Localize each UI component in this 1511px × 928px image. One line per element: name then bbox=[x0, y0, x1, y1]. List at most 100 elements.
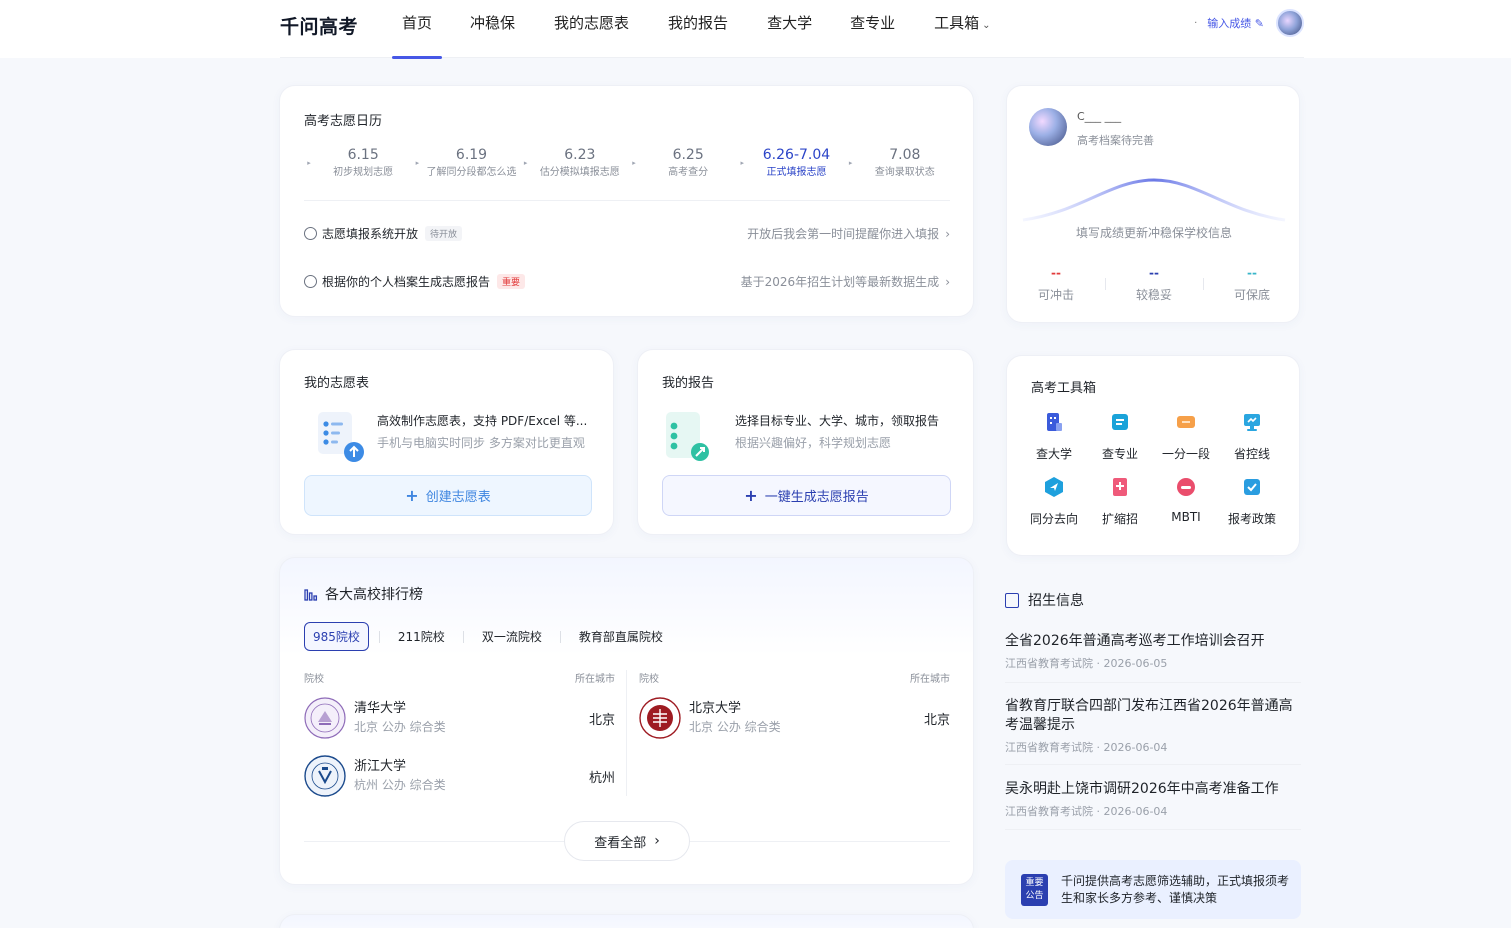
admission-news-title-text: 招生信息 bbox=[1028, 593, 1084, 609]
nav-search-major[interactable]: 查专业 bbox=[840, 0, 905, 58]
timeline-arrow-icon: ▸ bbox=[632, 159, 636, 167]
ranking-column-left: 院校 所在城市 清华大学 北京 公办 综合类 北京 浙江大学 杭州 公办 综合类 … bbox=[304, 670, 615, 805]
tab-double-first-class[interactable]: 双一流院校 bbox=[474, 623, 550, 650]
university-row[interactable]: 清华大学 北京 公办 综合类 北京 bbox=[304, 689, 615, 747]
chevron-right-icon: › bbox=[654, 833, 660, 849]
create-volunteer-list-button[interactable]: + 创建志愿表 bbox=[304, 475, 592, 516]
tool-control-line[interactable]: 省控线 bbox=[1219, 411, 1285, 462]
checkbox-icon bbox=[1244, 479, 1260, 495]
tab-211[interactable]: 211院校 bbox=[390, 623, 453, 650]
calendar-title: 高考志愿日历 bbox=[304, 114, 383, 129]
radio-icon[interactable] bbox=[304, 274, 317, 288]
tool-same-score-destination[interactable]: 同分去向 bbox=[1021, 476, 1087, 527]
nav-toolbox[interactable]: 工具箱 ⌄ bbox=[924, 0, 1000, 58]
calendar-item[interactable]: 6.23 估分模拟填报志愿 bbox=[533, 144, 627, 180]
tool-admission-policy[interactable]: 报考政策 bbox=[1219, 476, 1285, 527]
calendar-desc: 估分模拟填报志愿 bbox=[539, 167, 620, 178]
volunteer-list-desc: 高效制作志愿表，支持 PDF/Excel 等... bbox=[377, 414, 588, 428]
ranking-title: 各大高校排行榜 bbox=[304, 584, 423, 604]
tool-search-major[interactable]: 查专业 bbox=[1087, 411, 1153, 462]
calendar-item[interactable]: 7.08 查询录取状态 bbox=[858, 144, 952, 180]
university-city: 北京 bbox=[588, 712, 615, 728]
avatar[interactable] bbox=[1276, 9, 1304, 37]
calendar-item[interactable]: 6.19 了解同分段都怎么选 bbox=[424, 144, 518, 180]
generate-report-button[interactable]: + 一键生成志愿报告 bbox=[662, 475, 951, 516]
tool-grid: 查大学 查专业 一分一段 省控线 同分去向 扩缩招 MBTI 报考政策 bbox=[1021, 411, 1285, 527]
generate-report-hint-text: 基于2026年招生计划等最新数据生成 bbox=[740, 274, 940, 289]
nav-home[interactable]: 首页 bbox=[392, 0, 443, 59]
tab-separator bbox=[462, 630, 464, 643]
tab-985[interactable]: 985院校 bbox=[304, 622, 369, 651]
tool-label: MBTI bbox=[1171, 510, 1201, 524]
app-logo[interactable]: 千问高考 bbox=[280, 12, 358, 39]
timeline-arrow-icon: ▸ bbox=[307, 159, 311, 167]
tab-ministry-affiliated[interactable]: 教育部直属院校 bbox=[571, 623, 671, 650]
news-item[interactable]: 全省2026年普通高考巡考工作培训会召开 江西省教育考试院 · 2026-06-… bbox=[1005, 632, 1301, 683]
calendar-date: 7.08 bbox=[889, 147, 921, 163]
input-score-link[interactable]: 输入成绩 ✎ bbox=[1207, 15, 1264, 31]
report-icon bbox=[666, 412, 709, 461]
radio-icon[interactable] bbox=[304, 226, 317, 240]
university-row[interactable]: 浙江大学 杭州 公办 综合类 杭州 bbox=[304, 747, 615, 805]
calendar-item-current[interactable]: 6.26-7.04 正式填报志愿 bbox=[749, 144, 843, 180]
tab-separator bbox=[559, 630, 561, 643]
user-name bbox=[1126, 18, 1183, 28]
stat-safe[interactable]: -- 可保底 bbox=[1203, 266, 1301, 303]
ranking-column-right: 院校 所在城市 北京大学 北京 公办 综合类 北京 bbox=[639, 670, 950, 747]
profile-avatar[interactable] bbox=[1029, 108, 1067, 146]
stat-reach[interactable]: -- 可冲击 bbox=[1007, 266, 1105, 303]
chevron-down-icon: ⌄ bbox=[982, 20, 991, 31]
stat-stable[interactable]: -- 较稳妥 bbox=[1105, 266, 1203, 303]
calendar-desc: 初步规划志愿 bbox=[333, 167, 394, 178]
university-meta: 北京 公办 综合类 bbox=[354, 720, 446, 734]
profile-subtitle[interactable]: 高考档案待完善 bbox=[1077, 132, 1154, 148]
university-meta: 北京 公办 综合类 bbox=[689, 720, 781, 734]
nav-search-university[interactable]: 查大学 bbox=[757, 0, 822, 58]
news-item[interactable]: 省教育厅联合四部门发布江西省2026年普通高考温馨提示 江西省教育考试院 · 2… bbox=[1005, 697, 1301, 765]
report-subdesc: 根据兴趣偏好，科学规划志愿 bbox=[735, 436, 892, 450]
university-row[interactable]: 北京大学 北京 公办 综合类 北京 bbox=[639, 689, 950, 747]
separator-dot: · bbox=[1194, 17, 1198, 29]
system-open-row[interactable]: 志愿填报系统开放 待开放 开放后我会第一时间提醒你进入填报 › bbox=[304, 223, 950, 243]
col-school: 院校 bbox=[639, 674, 659, 685]
tool-search-university[interactable]: 查大学 bbox=[1021, 411, 1087, 462]
notice-badge: 重要 公告 bbox=[1021, 873, 1048, 906]
volunteer-list-subdesc: 手机与电脑实时同步 多方案对比更直观 bbox=[377, 436, 585, 450]
generate-report-hint[interactable]: 基于2026年招生计划等最新数据生成 › bbox=[741, 273, 950, 290]
report-desc: 选择目标专业、大学、城市，领取报告 bbox=[735, 414, 940, 428]
university-info: 清华大学 北京 公办 综合类 bbox=[354, 700, 446, 736]
system-open-hint-text: 开放后我会第一时间提醒你进入填报 bbox=[747, 226, 940, 241]
tool-score-segment[interactable]: 一分一段 bbox=[1153, 411, 1219, 462]
tool-label: 同分去向 bbox=[1029, 512, 1078, 526]
header-bar: 千问高考 首页 冲稳保 我的志愿表 我的报告 查大学 查专业 工具箱 ⌄ · 输入… bbox=[280, 0, 1304, 59]
calendar-item[interactable]: 6.15 初步规划志愿 bbox=[316, 144, 410, 180]
view-all-button[interactable]: 查看全部 › bbox=[564, 821, 690, 861]
tsinghua-logo bbox=[304, 697, 346, 739]
generate-report-row[interactable]: 根据你的个人档案生成志愿报告 重要 基于2026年招生计划等最新数据生成 › bbox=[304, 271, 950, 291]
nav-my-report[interactable]: 我的报告 bbox=[658, 0, 738, 58]
university-city: 杭州 bbox=[588, 770, 615, 786]
generate-report-label: 一键生成志愿报告 bbox=[764, 490, 869, 505]
profile-hint: 填写成绩更新冲稳保学校信息 bbox=[1075, 226, 1232, 240]
my-report-card: 我的报告 选择目标专业、大学、城市，领取报告 根据兴趣偏好，科学规划志愿 + 一键… bbox=[637, 349, 974, 535]
tool-mbti[interactable]: MBTI bbox=[1153, 476, 1219, 527]
university-name: 浙江大学 bbox=[354, 759, 407, 774]
nav-chong-wen-bao[interactable]: 冲稳保 bbox=[460, 0, 525, 58]
ruler-icon bbox=[1177, 416, 1195, 428]
stats-row: -- 可冲击 -- 较稳妥 -- 可保底 bbox=[1007, 266, 1301, 303]
generate-report-label: 根据你的个人档案生成志愿报告 bbox=[322, 274, 491, 289]
edit-icon: ✎ bbox=[1254, 17, 1264, 30]
tool-enrollment-change[interactable]: 扩缩招 bbox=[1087, 476, 1153, 527]
monitor-icon bbox=[1244, 414, 1260, 431]
system-open-hint[interactable]: 开放后我会第一时间提醒你进入填报 › bbox=[747, 225, 950, 242]
zju-logo bbox=[304, 755, 346, 797]
news-item[interactable]: 吴永明赴上饶市调研2026年中高考准备工作 江西省教育考试院 · 2026-06… bbox=[1005, 780, 1301, 830]
tool-label: 报考政策 bbox=[1227, 512, 1276, 526]
tool-label: 省控线 bbox=[1233, 447, 1270, 461]
nav-my-volunteer-list[interactable]: 我的志愿表 bbox=[544, 0, 639, 58]
calendar-desc: 了解同分段都怎么选 bbox=[426, 167, 517, 178]
calendar-item[interactable]: 6.25 高考查分 bbox=[641, 144, 735, 180]
distribution-curve bbox=[1022, 178, 1286, 222]
divider bbox=[304, 200, 950, 201]
view-all-label: 查看全部 bbox=[594, 835, 647, 851]
